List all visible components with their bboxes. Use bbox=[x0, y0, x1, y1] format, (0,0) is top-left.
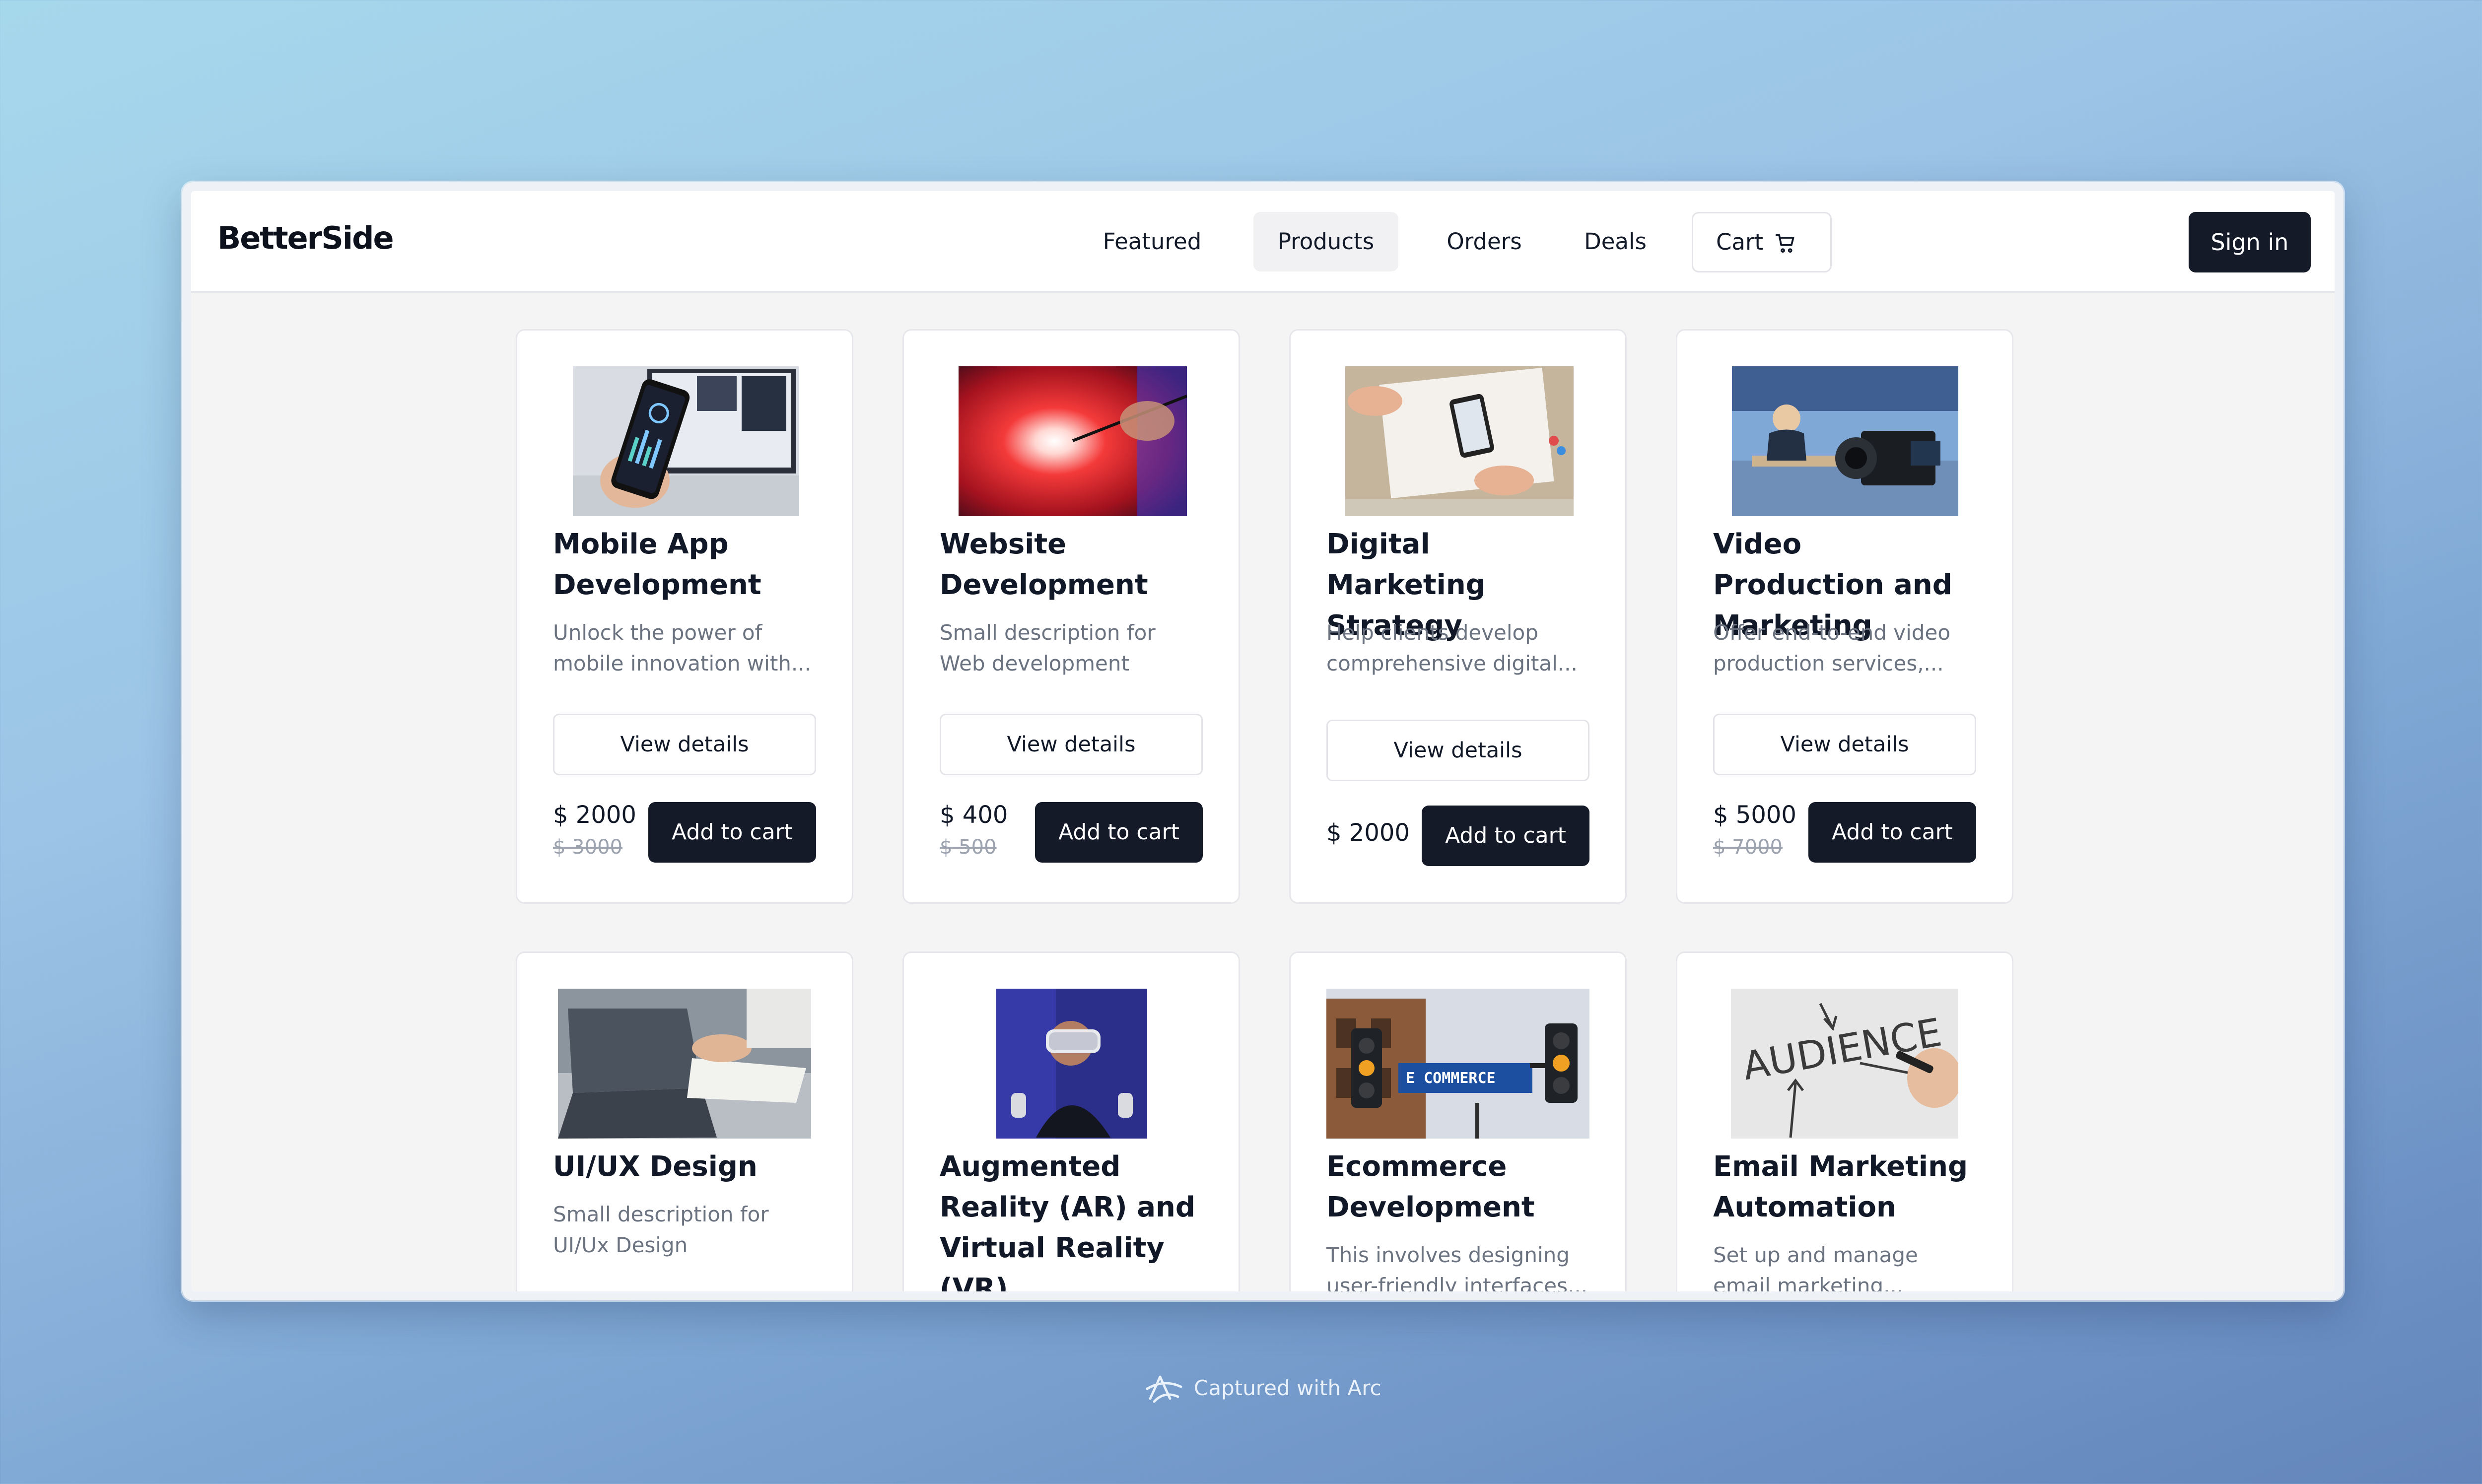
arc-logo-icon bbox=[1146, 1375, 1182, 1403]
view-details-button[interactable]: View details bbox=[1326, 720, 1589, 781]
product-card: AUDIENCE Email Marketing Automation Set … bbox=[1676, 951, 2013, 1291]
product-old-price: $ 3000 bbox=[553, 836, 622, 859]
cart-button[interactable]: Cart bbox=[1692, 212, 1832, 272]
brand-logo[interactable]: BetterSide bbox=[217, 220, 394, 256]
nav-products[interactable]: Products bbox=[1253, 212, 1398, 271]
ecommerce-sign-text: E COMMERCE bbox=[1406, 1070, 1496, 1087]
product-image[interactable] bbox=[1345, 366, 1574, 516]
product-card: Website Development Small description fo… bbox=[902, 329, 1240, 904]
product-card: Digital Marketing Strategy Help clients … bbox=[1289, 329, 1627, 904]
product-image[interactable]: E COMMERCE bbox=[1326, 989, 1589, 1139]
product-price: $ 2000 bbox=[1326, 819, 1410, 847]
nav-orders[interactable]: Orders bbox=[1433, 212, 1535, 271]
product-title: Mobile App Development bbox=[553, 528, 761, 601]
add-to-cart-button[interactable]: Add to cart bbox=[648, 802, 816, 863]
add-to-cart-button[interactable]: Add to cart bbox=[1808, 802, 1976, 863]
product-title: Augmented Reality (AR) and Virtual Reali… bbox=[940, 1150, 1195, 1291]
view-details-button[interactable]: View details bbox=[1713, 714, 1976, 775]
browser-frame: BetterSide Featured Products Orders Deal… bbox=[182, 182, 2344, 1300]
view-details-button[interactable]: View details bbox=[940, 714, 1203, 775]
view-details-button[interactable]: View details bbox=[553, 714, 816, 775]
product-grid: Mobile App Development Unlock the power … bbox=[191, 291, 2335, 1291]
product-card: E COMMERCE Ecommerce Development This in… bbox=[1289, 951, 1627, 1291]
product-description: Help clients develop comprehensive digit… bbox=[1326, 620, 1578, 675]
product-image[interactable] bbox=[1732, 366, 1958, 516]
product-image[interactable]: AUDIENCE bbox=[1731, 989, 1958, 1139]
product-description: Small description for UI/Ux Design bbox=[553, 1202, 769, 1257]
product-image[interactable] bbox=[573, 366, 799, 516]
capture-label: Captured with Arc bbox=[1194, 1376, 1381, 1400]
product-title: Ecommerce Development bbox=[1326, 1150, 1535, 1223]
product-description: This involves designing user-friendly in… bbox=[1326, 1243, 1588, 1291]
product-old-price: $ 500 bbox=[940, 836, 997, 859]
product-title: UI/UX Design bbox=[553, 1150, 758, 1183]
add-to-cart-button[interactable]: Add to cart bbox=[1422, 806, 1589, 866]
add-to-cart-button[interactable]: Add to cart bbox=[1035, 802, 1203, 863]
product-price: $ 400 bbox=[940, 801, 1008, 829]
product-card: Augmented Reality (AR) and Virtual Reali… bbox=[902, 951, 1240, 1291]
product-card: Video Production and Marketing Offer end… bbox=[1676, 329, 2013, 904]
product-old-price: $ 7000 bbox=[1713, 836, 1783, 859]
nav-featured[interactable]: Featured bbox=[1091, 212, 1214, 271]
app-window: BetterSide Featured Products Orders Deal… bbox=[191, 191, 2335, 1291]
product-title: Email Marketing Automation bbox=[1713, 1150, 1968, 1223]
product-image[interactable] bbox=[959, 366, 1187, 516]
product-price: $ 2000 bbox=[553, 801, 636, 829]
cart-icon bbox=[1775, 234, 1794, 253]
product-description: Small description for Web development bbox=[940, 620, 1156, 675]
product-image[interactable] bbox=[996, 989, 1147, 1139]
sign-in-button[interactable]: Sign in bbox=[2189, 212, 2311, 272]
product-card: Mobile App Development Unlock the power … bbox=[516, 329, 853, 904]
capture-footer: Captured with Arc bbox=[1144, 1371, 1381, 1406]
product-description: Unlock the power of mobile innovation wi… bbox=[553, 620, 811, 675]
top-navbar: BetterSide Featured Products Orders Deal… bbox=[191, 191, 2335, 293]
product-description: Offer end-to-end video production servic… bbox=[1713, 620, 1951, 675]
product-image[interactable] bbox=[558, 989, 811, 1139]
cart-label: Cart bbox=[1716, 229, 1764, 255]
product-price: $ 5000 bbox=[1713, 801, 1796, 829]
product-card: UI/UX Design Small description for UI/Ux… bbox=[516, 951, 853, 1291]
product-title: Website Development bbox=[940, 528, 1148, 601]
product-description: Set up and manage email marketing... bbox=[1713, 1243, 1918, 1291]
nav-deals[interactable]: Deals bbox=[1564, 212, 1666, 271]
